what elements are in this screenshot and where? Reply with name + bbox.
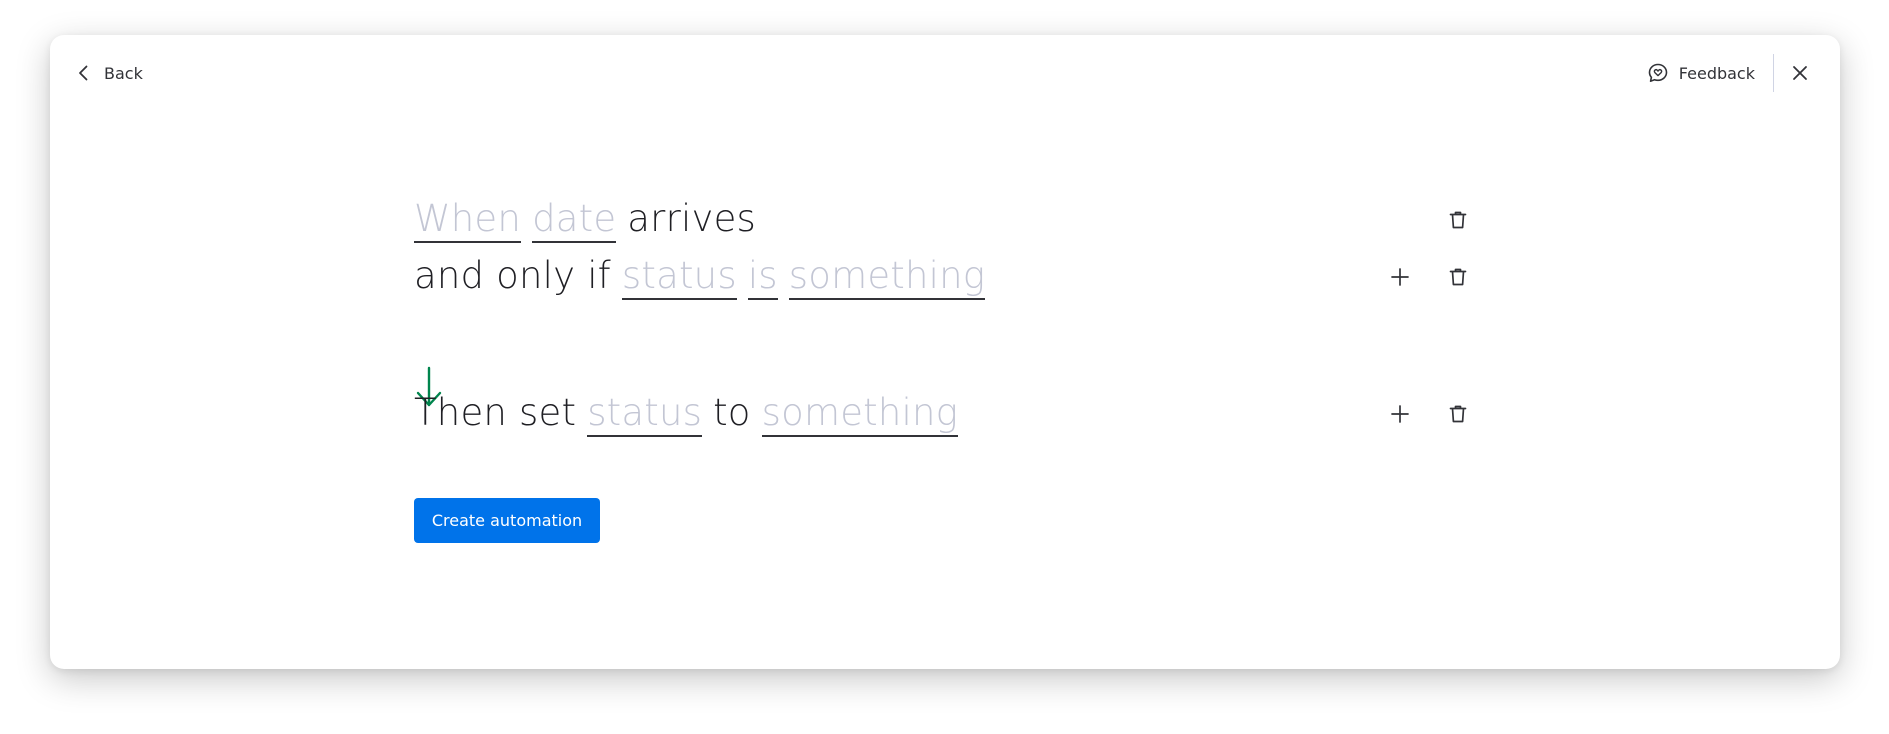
condition-operator-token[interactable]: is xyxy=(747,256,778,300)
action-sentence: Then set status to something xyxy=(414,391,969,437)
action-actions xyxy=(1358,389,1474,439)
add-action-button[interactable] xyxy=(1384,398,1416,430)
condition-actions xyxy=(1358,252,1474,302)
condition-field-token[interactable]: status xyxy=(621,256,737,300)
trigger-date-token[interactable]: date xyxy=(532,199,617,243)
trigger-row: When date arrives xyxy=(414,195,1474,245)
trigger-sentence: When date arrives xyxy=(414,197,767,243)
back-button[interactable]: Back xyxy=(74,59,143,87)
create-automation-button[interactable]: Create automation xyxy=(414,498,600,543)
close-button[interactable] xyxy=(1788,61,1812,85)
header-divider xyxy=(1773,54,1774,92)
feedback-label: Feedback xyxy=(1678,63,1755,83)
feedback-button[interactable]: Feedback xyxy=(1643,62,1759,84)
action-prefix-text: Then set xyxy=(414,391,577,435)
delete-trigger-button[interactable] xyxy=(1442,204,1474,236)
action-field-token[interactable]: status xyxy=(587,393,703,437)
plus-icon xyxy=(1389,403,1411,425)
add-condition-button[interactable] xyxy=(1384,261,1416,293)
trigger-when-token[interactable]: When xyxy=(414,199,522,243)
trash-icon xyxy=(1447,209,1469,231)
delete-action-button[interactable] xyxy=(1442,398,1474,430)
delete-condition-button[interactable] xyxy=(1442,261,1474,293)
chevron-left-icon xyxy=(74,63,94,83)
trash-icon xyxy=(1447,403,1469,425)
automation-modal: Back Feedback When date arrives and only… xyxy=(50,35,1840,669)
plus-icon xyxy=(1389,266,1411,288)
chat-heart-icon xyxy=(1647,62,1669,84)
trash-icon xyxy=(1447,266,1469,288)
action-value-token[interactable]: something xyxy=(761,393,959,437)
condition-sentence: and only if status is something xyxy=(414,254,996,300)
condition-row: and only if status is something xyxy=(414,252,1474,302)
action-row: Then set status to something xyxy=(414,389,1474,439)
condition-value-token[interactable]: something xyxy=(788,256,986,300)
trigger-actions xyxy=(1416,195,1474,245)
close-icon xyxy=(1791,64,1809,82)
action-connector-text: to xyxy=(713,391,751,435)
condition-prefix-text: and only if xyxy=(414,254,611,298)
back-label: Back xyxy=(104,63,143,83)
header-actions: Feedback xyxy=(1643,54,1812,92)
trigger-arrives-text: arrives xyxy=(627,197,757,241)
